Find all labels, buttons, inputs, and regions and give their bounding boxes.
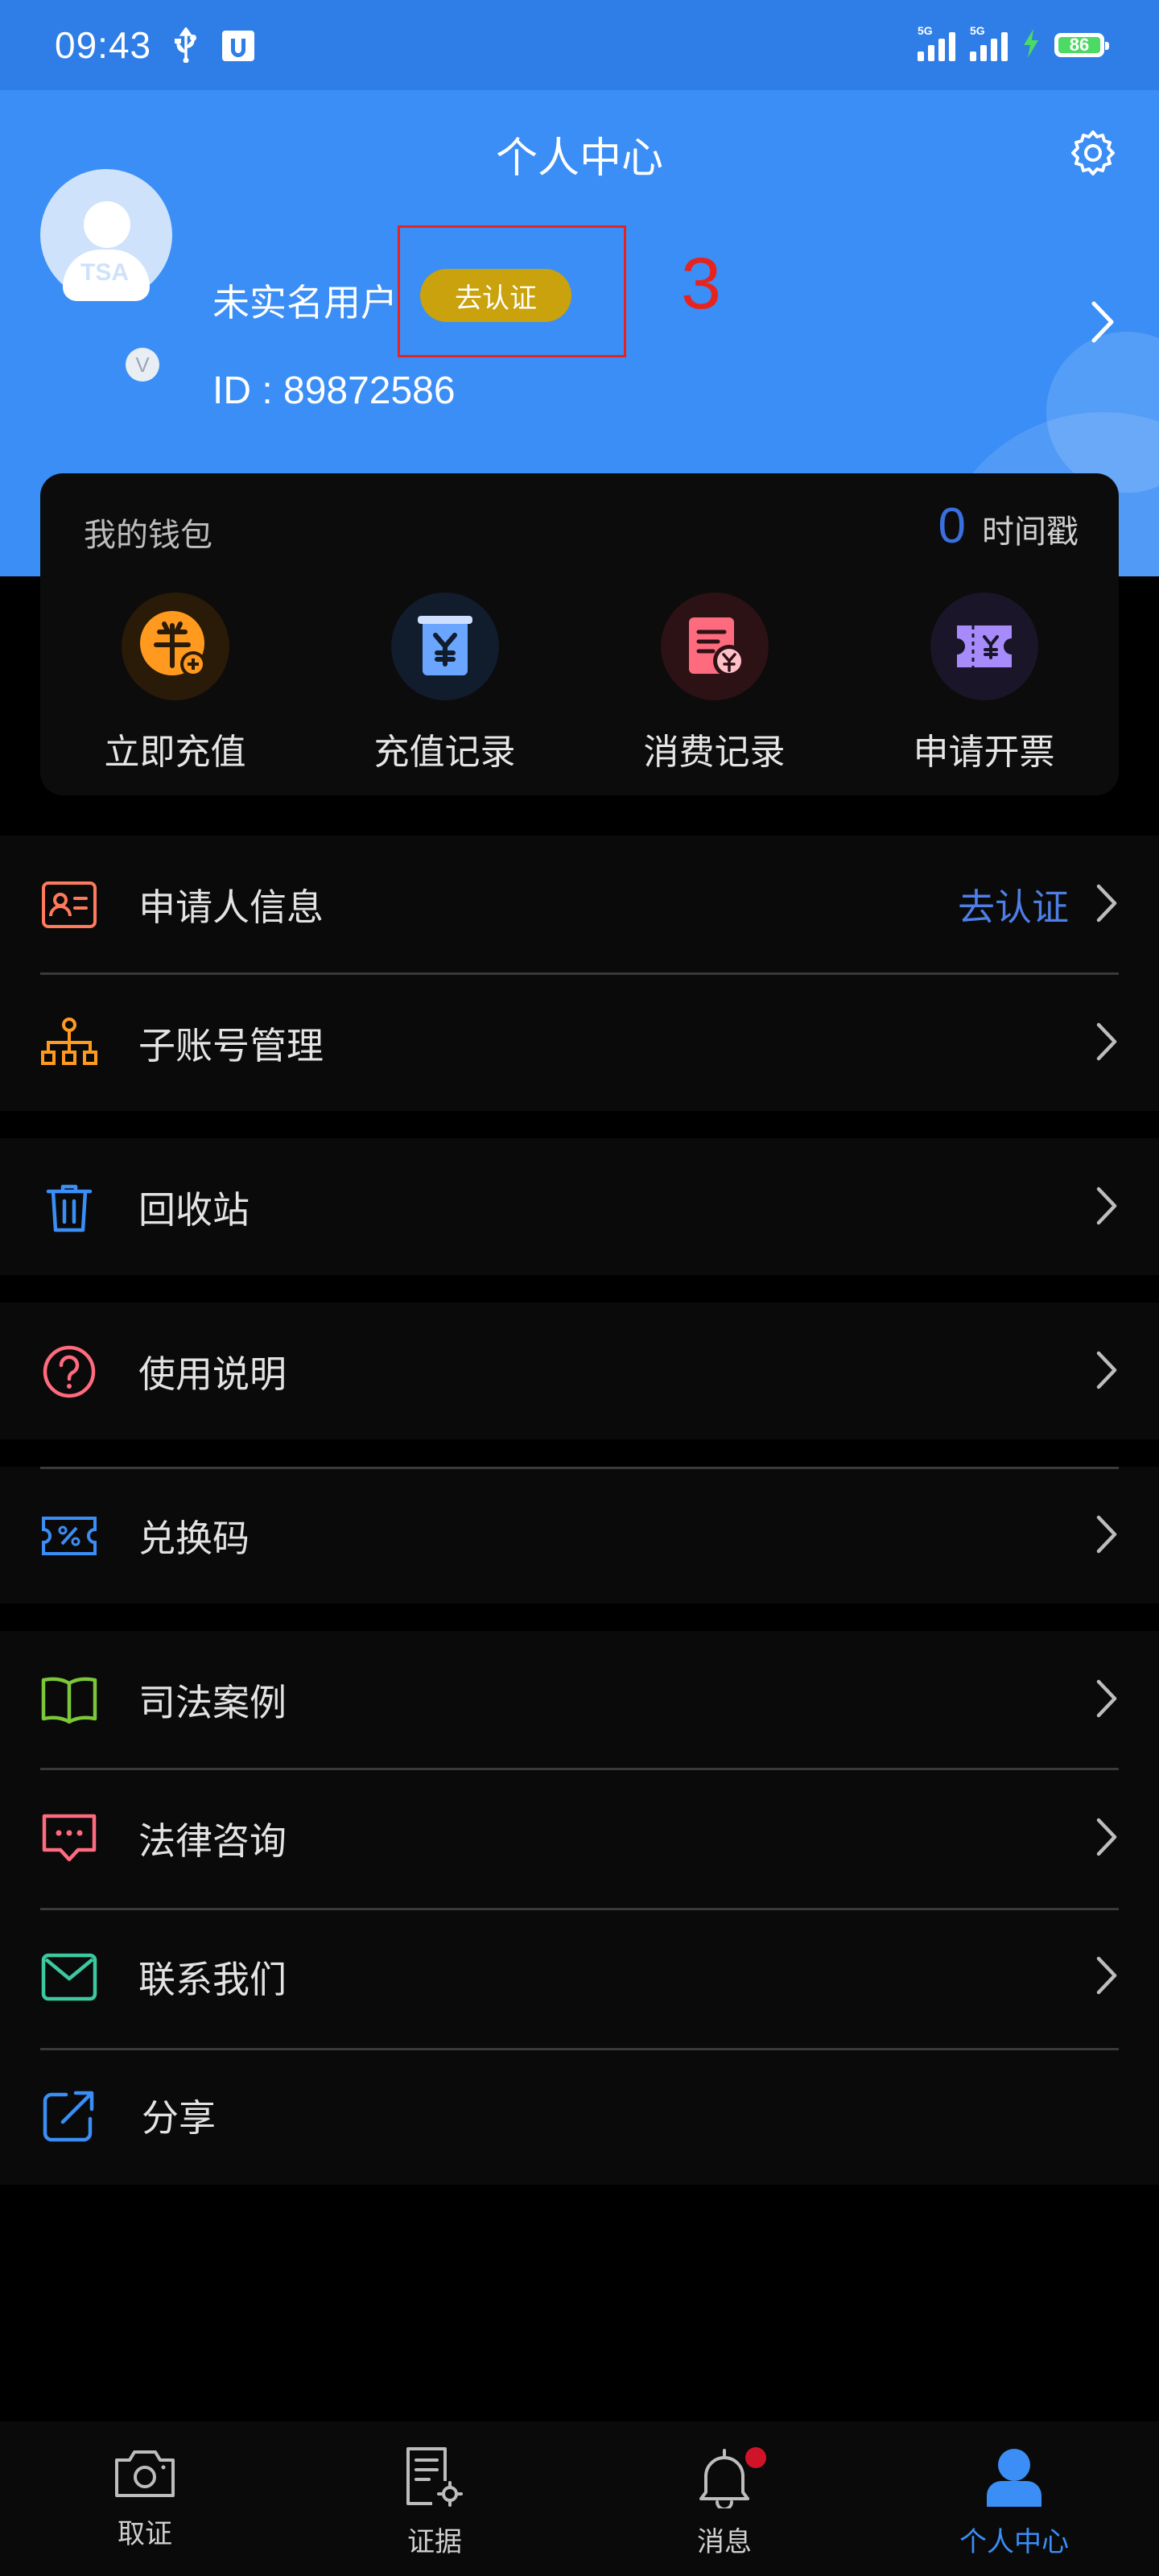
consume-record-icon [660, 592, 769, 700]
evidence-doc-icon [403, 2446, 466, 2512]
applicant-verify-link[interactable]: 去认证 [958, 878, 1069, 931]
invoice-ticket-icon [930, 592, 1038, 700]
help-question-icon [40, 1343, 98, 1401]
chevron-right-icon [1095, 1021, 1119, 1066]
status-bar: 09:43 5G 5G 86 [0, 0, 1159, 90]
settings-gear-icon[interactable] [1067, 127, 1119, 182]
coupon-percent-icon [40, 1507, 98, 1565]
wallet-balance: 0 时间戳 [938, 497, 1079, 555]
menu-item-redeem-code[interactable]: 兑换码 [0, 1467, 1159, 1605]
username: 未实名用户 [212, 281, 398, 324]
id-card-icon [40, 876, 98, 934]
recharge-record-icon [390, 592, 499, 700]
menu-group-help: 使用说明 [0, 1302, 1159, 1439]
verified-badge-icon: V [126, 348, 159, 382]
menu-item-contact-us[interactable]: 联系我们 [0, 1908, 1159, 2046]
recharge-coin-icon [121, 592, 229, 700]
signal-5g-2-icon: 5G [970, 24, 1008, 61]
chevron-right-icon [1095, 1185, 1119, 1230]
avatar[interactable]: TSA [40, 169, 172, 301]
annotation-number: 3 [681, 244, 722, 324]
menu-group-legal: 司法案例 法律咨询 联系我们 分享 [0, 1631, 1159, 2185]
chevron-right-icon [1095, 1513, 1119, 1558]
camera-icon [113, 2446, 176, 2504]
balance-value: 0 [938, 498, 966, 554]
profile-chevron-right-icon[interactable] [1090, 299, 1116, 348]
menu-item-recycle-bin[interactable]: 回收站 [0, 1138, 1159, 1277]
menu-item-legal-consult[interactable]: 法律咨询 [0, 1769, 1159, 1908]
mail-envelope-icon [40, 1948, 98, 2006]
chevron-right-icon [1095, 1816, 1119, 1861]
user-id: ID : 89872586 [212, 369, 456, 412]
tab-messages[interactable]: 消息 [580, 2421, 869, 2576]
charging-bolt-icon [1022, 27, 1040, 63]
menu-item-judicial-cases[interactable]: 司法案例 [0, 1631, 1159, 1769]
signal-5g-1-icon: 5G [918, 24, 955, 61]
wallet-card: 我的钱包 0 时间戳 立即充值 充值记录 消费记录 申请开票 [40, 473, 1119, 795]
chevron-right-icon [1095, 1678, 1119, 1723]
battery-icon: 86 [1054, 33, 1109, 57]
tab-capture[interactable]: 取证 [0, 2421, 290, 2576]
balance-unit: 时间戳 [982, 514, 1079, 551]
trash-icon [40, 1179, 98, 1236]
tab-evidence[interactable]: 证据 [290, 2421, 580, 2576]
chevron-right-icon [1095, 1349, 1119, 1394]
menu-item-usage-guide[interactable]: 使用说明 [0, 1302, 1159, 1441]
consume-record-button[interactable]: 消费记录 [580, 592, 849, 774]
person-icon [984, 2446, 1045, 2512]
page-title: 个人中心 [495, 134, 663, 183]
org-tree-icon [40, 1014, 98, 1072]
menu-group-recycle: 回收站 [0, 1138, 1159, 1275]
tab-profile[interactable]: 个人中心 [869, 2421, 1159, 2576]
bottom-tab-bar: 取证 证据 消息 个人中心 [0, 2421, 1159, 2576]
share-external-icon [40, 2087, 98, 2145]
chat-bubble-icon [40, 1810, 98, 1868]
status-time: 09:43 [55, 24, 152, 66]
app-notify-icon [221, 27, 256, 63]
menu-item-applicant-info[interactable]: 申请人信息 去认证 [0, 836, 1159, 974]
menu-item-share[interactable]: 分享 [0, 2046, 1159, 2185]
open-book-icon [40, 1671, 98, 1729]
recharge-button[interactable]: 立即充值 [40, 592, 310, 774]
usb-icon [172, 27, 200, 63]
wallet-title: 我的钱包 [84, 517, 212, 554]
menu-group-account: 申请人信息 去认证 子账号管理 [0, 836, 1159, 1111]
chevron-right-icon [1095, 882, 1119, 927]
apply-invoice-button[interactable]: 申请开票 [849, 592, 1119, 774]
avatar-text: TSA [80, 259, 129, 286]
recharge-record-button[interactable]: 充值记录 [310, 592, 580, 774]
menu-item-sub-accounts[interactable]: 子账号管理 [0, 974, 1159, 1113]
battery-level: 86 [1069, 35, 1090, 55]
chevron-right-icon [1095, 1955, 1119, 2000]
menu-group-redeem: 兑换码 [0, 1467, 1159, 1604]
unread-dot [745, 2447, 766, 2468]
annotation-box [398, 225, 626, 357]
